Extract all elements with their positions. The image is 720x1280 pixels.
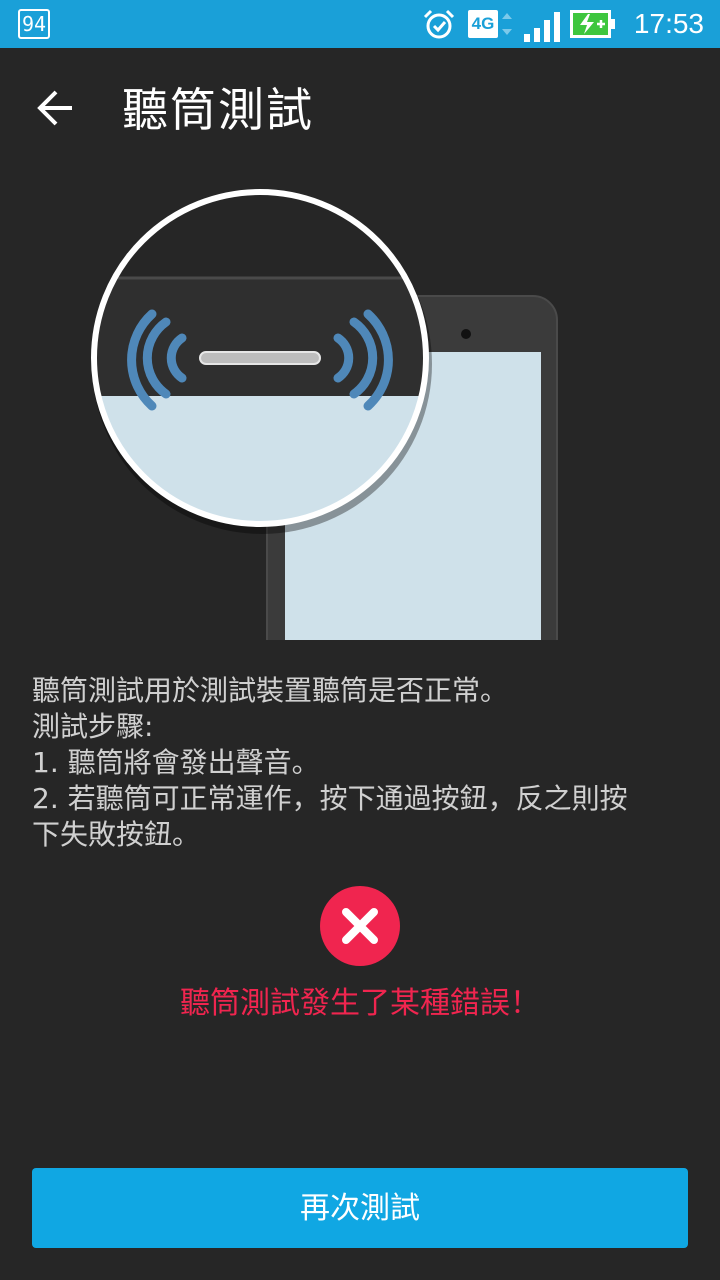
description-step-2-cont: 下失敗按鈕。 bbox=[32, 818, 201, 851]
clock-time: 17:53 bbox=[633, 8, 704, 39]
error-message: 聽筒測試發生了某種錯誤！ bbox=[180, 986, 540, 1021]
description-step-2: 2. 若聽筒可正常運作，按下通過按鈕，反之則按 bbox=[32, 782, 628, 815]
retry-test-button[interactable]: 再次測試 bbox=[32, 1168, 688, 1248]
network-type-label: 4G bbox=[468, 10, 498, 38]
signal-icon bbox=[524, 12, 560, 42]
notification-badge: 94 bbox=[18, 9, 50, 39]
page-title: 聽筒測試 bbox=[122, 83, 314, 137]
description-line: 聽筒測試用於測試裝置聽筒是否正常。 bbox=[32, 674, 509, 707]
arrow-back-icon[interactable] bbox=[24, 76, 88, 140]
data-activity-icon bbox=[502, 13, 512, 35]
description-step-1: 1. 聽筒將會發出聲音。 bbox=[32, 746, 320, 779]
description-steps-heading: 測試步驟: bbox=[32, 710, 154, 743]
battery-charging-icon bbox=[570, 10, 615, 38]
alarm-icon bbox=[423, 9, 455, 39]
error-x-icon bbox=[320, 886, 400, 966]
phone-earpiece-illustration bbox=[91, 189, 558, 640]
status-bar: 94 4G 17:53 bbox=[0, 0, 720, 48]
test-description: 聽筒測試用於測試裝置聽筒是否正常。 測試步驟: 1. 聽筒將會發出聲音。 2. … bbox=[32, 673, 692, 853]
app-bar: 聽筒測試 bbox=[0, 48, 720, 164]
